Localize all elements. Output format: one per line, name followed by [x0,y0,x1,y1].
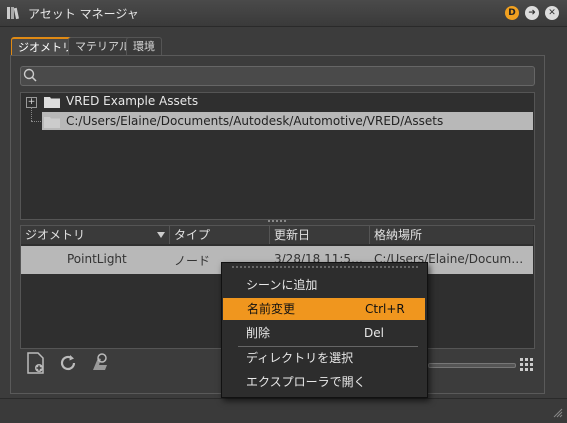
tree-item-label: VRED Example Assets [66,94,199,108]
arrow-right-icon[interactable]: ➜ [525,6,539,20]
tree-item-label: C:/Users/Elaine/Documents/Autodesk/Autom… [66,114,444,128]
menu-item-rename[interactable]: 名前変更 Ctrl+R [223,298,425,320]
tab-environment[interactable]: 環境 [126,37,162,56]
size-slider[interactable] [428,363,516,368]
close-icon[interactable]: ✕ [545,6,559,20]
window-title: アセット マネージャ [28,7,139,21]
column-header-geometry[interactable]: ジオメトリ [21,226,170,244]
grid-view-icon[interactable] [520,358,533,371]
cell-name: PointLight [67,252,127,266]
menu-item-open-in-explorer[interactable]: エクスプローラで開く [222,371,425,393]
tree-connector [31,121,41,123]
search-icon [23,68,37,82]
column-header-date[interactable]: 更新日 [270,226,370,244]
tree-connector [31,107,33,121]
menu-item-add-to-scene[interactable]: シーンに追加 [222,274,425,296]
d-badge-icon[interactable]: D [505,6,519,20]
splitter-handle[interactable] [268,220,286,224]
status-bar [0,398,567,423]
library-icon [7,7,19,20]
menu-item-delete[interactable]: 削除 Del [222,322,425,344]
column-header-type[interactable]: タイプ [170,226,270,244]
sort-down-icon [157,232,165,238]
folder-icon [44,97,60,108]
column-header-location[interactable]: 格納場所 [370,226,533,244]
search-input[interactable] [20,66,535,86]
clean-icon[interactable] [89,352,111,374]
new-file-icon[interactable] [25,352,47,374]
refresh-icon[interactable] [57,352,79,374]
menu-grip [232,266,418,270]
cell-type: ノード [174,254,211,268]
folder-icon [44,117,60,128]
resize-grip-icon[interactable] [553,408,563,418]
menu-item-select-directory[interactable]: ディレクトリを選択 [222,347,425,369]
